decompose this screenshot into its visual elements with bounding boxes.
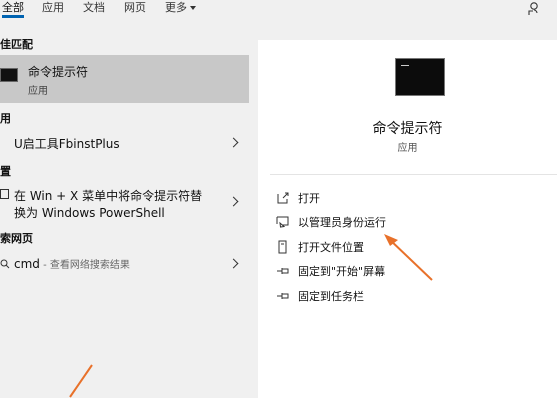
- tab-web[interactable]: 网页: [124, 0, 146, 18]
- section-best-match: 佳匹配: [0, 38, 33, 51]
- file-location-icon: [278, 240, 287, 254]
- section-apps: 用: [0, 112, 11, 125]
- detail-subtitle: 应用: [397, 143, 418, 154]
- chevron-right-icon: [228, 196, 239, 207]
- action-open-file-location-label: 打开文件位置: [298, 241, 364, 254]
- detail-title: 命令提示符: [372, 121, 443, 137]
- action-pin-to-start-label: 固定到"开始"屏幕: [298, 265, 386, 278]
- best-match-title: 命令提示符: [28, 65, 89, 79]
- tab-more-label: 更多: [165, 1, 187, 14]
- section-settings: 置: [0, 165, 11, 178]
- settings-item-icon: [0, 189, 9, 199]
- search-icon: [0, 259, 10, 269]
- pin-icon: [277, 293, 289, 299]
- detail-panel: 命令提示符 应用 打开 以管理员身份运行 打开文件位置 固定到"开始"屏幕 固定…: [258, 40, 557, 398]
- action-pin-to-taskbar-label: 固定到任务栏: [298, 290, 364, 303]
- annotation-arrow-icon: [69, 364, 93, 398]
- list-item-setting[interactable]: 在 Win + X 菜单中将命令提示符替 换为 Windows PowerShe…: [0, 182, 249, 220]
- run-as-admin-icon: [276, 216, 289, 228]
- action-run-as-admin-label: 以管理员身份运行: [298, 216, 386, 229]
- tab-all[interactable]: 全部: [2, 0, 24, 18]
- chevron-right-icon: [228, 258, 239, 269]
- divider: [270, 174, 557, 175]
- setting-item-line2: 换为 Windows PowerShell: [14, 206, 165, 220]
- annotation-arrow-icon: [384, 234, 433, 281]
- list-item-app[interactable]: U启工具FbinstPlus: [0, 130, 249, 154]
- best-match-subtitle: 应用: [28, 86, 48, 97]
- action-open-label: 打开: [298, 192, 320, 205]
- best-match-item[interactable]: 命令提示符 应用: [0, 55, 249, 103]
- search-filter-bar: 全部 应用 文档 网页 更多: [0, 0, 557, 18]
- list-item-web[interactable]: cmd - 查看网络搜索结果: [0, 252, 249, 276]
- open-icon: [277, 192, 289, 204]
- tab-more[interactable]: 更多: [165, 0, 196, 18]
- web-item-label: cmd - 查看网络搜索结果: [14, 256, 130, 271]
- chevron-right-icon: [228, 137, 239, 148]
- feedback-icon[interactable]: [525, 1, 541, 17]
- section-web: 索网页: [0, 232, 33, 245]
- tab-documents[interactable]: 文档: [83, 0, 105, 18]
- command-prompt-icon: [0, 68, 18, 82]
- results-list: 佳匹配 命令提示符 应用 用 U启工具FbinstPlus 置 在 Win + …: [0, 18, 249, 398]
- chevron-down-icon: [190, 6, 196, 10]
- pin-icon: [277, 268, 289, 274]
- web-item-subtext: - 查看网络搜索结果: [39, 260, 130, 271]
- command-prompt-icon: [395, 58, 445, 96]
- tab-apps[interactable]: 应用: [42, 0, 64, 18]
- web-item-query: cmd: [14, 257, 40, 271]
- app-item-label: U启工具FbinstPlus: [14, 137, 120, 151]
- setting-item-line1: 在 Win + X 菜单中将命令提示符替: [14, 189, 203, 203]
